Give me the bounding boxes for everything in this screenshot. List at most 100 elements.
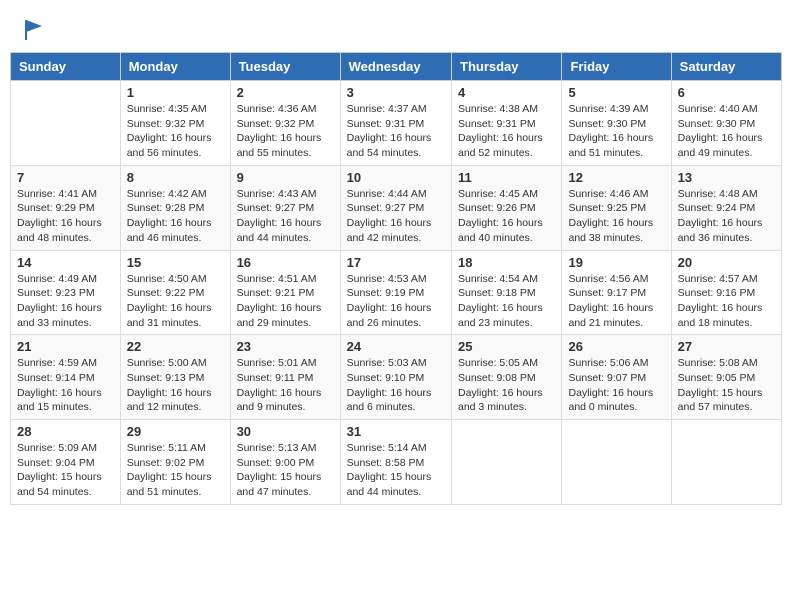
calendar-cell: 8 Sunrise: 4:42 AM Sunset: 9:28 PM Daylig… (120, 165, 230, 250)
calendar-cell: 5Sunrise: 4:39 AM Sunset: 9:30 PM Daylig… (562, 81, 671, 166)
day-info: Sunrise: 5:00 AM Sunset: 9:13 PM Dayligh… (127, 356, 224, 415)
day-number: 11 (458, 170, 555, 185)
day-info: Sunrise: 4:38 AM Sunset: 9:31 PM Dayligh… (458, 102, 555, 161)
day-number: 13 (678, 170, 775, 185)
day-info: Sunrise: 4:42 AM Sunset: 9:28 PM Dayligh… (127, 187, 224, 246)
column-header-wednesday: Wednesday (340, 53, 451, 81)
day-info: Sunrise: 4:53 AM Sunset: 9:19 PM Dayligh… (347, 272, 445, 331)
day-number: 7 (17, 170, 114, 185)
calendar-cell: 14 Sunrise: 4:49 AM Sunset: 9:23 PM Dayli… (11, 250, 121, 335)
calendar-week-row: 7 Sunrise: 4:41 AM Sunset: 9:29 PM Daylig… (11, 165, 782, 250)
day-number: 28 (17, 424, 114, 439)
day-number: 3 (347, 85, 445, 100)
calendar-week-row: 14 Sunrise: 4:49 AM Sunset: 9:23 PM Dayli… (11, 250, 782, 335)
calendar-cell: 6Sunrise: 4:40 AM Sunset: 9:30 PM Daylig… (671, 81, 781, 166)
calendar-cell: 10Sunrise: 4:44 AM Sunset: 9:27 PM Dayli… (340, 165, 451, 250)
calendar-cell: 28 Sunrise: 5:09 AM Sunset: 9:04 PM Dayli… (11, 420, 121, 505)
day-info: Sunrise: 4:48 AM Sunset: 9:24 PM Dayligh… (678, 187, 775, 246)
calendar-cell: 12 Sunrise: 4:46 AM Sunset: 9:25 PM Dayli… (562, 165, 671, 250)
day-info: Sunrise: 4:51 AM Sunset: 9:21 PM Dayligh… (237, 272, 334, 331)
calendar-table: SundayMondayTuesdayWednesdayThursdayFrid… (10, 52, 782, 505)
day-number: 19 (568, 255, 664, 270)
day-info: Sunrise: 4:57 AM Sunset: 9:16 PM Dayligh… (678, 272, 775, 331)
calendar-cell: 31Sunrise: 5:14 AM Sunset: 8:58 PM Dayli… (340, 420, 451, 505)
day-info: Sunrise: 5:03 AM Sunset: 9:10 PM Dayligh… (347, 356, 445, 415)
calendar-header-row: SundayMondayTuesdayWednesdayThursdayFrid… (11, 53, 782, 81)
day-number: 6 (678, 85, 775, 100)
calendar-cell (11, 81, 121, 166)
day-info: Sunrise: 4:36 AM Sunset: 9:32 PM Dayligh… (237, 102, 334, 161)
calendar-cell: 4 Sunrise: 4:38 AM Sunset: 9:31 PM Daylig… (452, 81, 562, 166)
day-number: 23 (237, 339, 334, 354)
calendar-cell: 2 Sunrise: 4:36 AM Sunset: 9:32 PM Daylig… (230, 81, 340, 166)
calendar-cell: 19 Sunrise: 4:56 AM Sunset: 9:17 PM Dayli… (562, 250, 671, 335)
day-info: Sunrise: 4:59 AM Sunset: 9:14 PM Dayligh… (17, 356, 114, 415)
day-info: Sunrise: 5:01 AM Sunset: 9:11 PM Dayligh… (237, 356, 334, 415)
day-number: 21 (17, 339, 114, 354)
day-number: 14 (17, 255, 114, 270)
day-info: Sunrise: 4:41 AM Sunset: 9:29 PM Dayligh… (17, 187, 114, 246)
day-number: 26 (568, 339, 664, 354)
calendar-cell: 30Sunrise: 5:13 AM Sunset: 9:00 PM Dayli… (230, 420, 340, 505)
day-number: 20 (678, 255, 775, 270)
calendar-week-row: 1 Sunrise: 4:35 AM Sunset: 9:32 PM Daylig… (11, 81, 782, 166)
calendar-cell (562, 420, 671, 505)
day-info: Sunrise: 5:06 AM Sunset: 9:07 PM Dayligh… (568, 356, 664, 415)
day-info: Sunrise: 4:46 AM Sunset: 9:25 PM Dayligh… (568, 187, 664, 246)
day-number: 12 (568, 170, 664, 185)
calendar-cell (671, 420, 781, 505)
calendar-cell: 16 Sunrise: 4:51 AM Sunset: 9:21 PM Dayli… (230, 250, 340, 335)
day-info: Sunrise: 4:35 AM Sunset: 9:32 PM Dayligh… (127, 102, 224, 161)
logo (22, 18, 44, 42)
calendar-cell: 17 Sunrise: 4:53 AM Sunset: 9:19 PM Dayli… (340, 250, 451, 335)
day-info: Sunrise: 5:14 AM Sunset: 8:58 PM Dayligh… (347, 441, 445, 500)
calendar-cell: 27Sunrise: 5:08 AM Sunset: 9:05 PM Dayli… (671, 335, 781, 420)
calendar-cell: 9 Sunrise: 4:43 AM Sunset: 9:27 PM Daylig… (230, 165, 340, 250)
day-number: 25 (458, 339, 555, 354)
day-info: Sunrise: 4:37 AM Sunset: 9:31 PM Dayligh… (347, 102, 445, 161)
column-header-thursday: Thursday (452, 53, 562, 81)
column-header-saturday: Saturday (671, 53, 781, 81)
day-info: Sunrise: 5:09 AM Sunset: 9:04 PM Dayligh… (17, 441, 114, 500)
day-number: 18 (458, 255, 555, 270)
day-number: 1 (127, 85, 224, 100)
calendar-cell: 25 Sunrise: 5:05 AM Sunset: 9:08 PM Dayli… (452, 335, 562, 420)
day-info: Sunrise: 5:08 AM Sunset: 9:05 PM Dayligh… (678, 356, 775, 415)
column-header-tuesday: Tuesday (230, 53, 340, 81)
day-info: Sunrise: 4:44 AM Sunset: 9:27 PM Dayligh… (347, 187, 445, 246)
day-number: 17 (347, 255, 445, 270)
day-number: 30 (237, 424, 334, 439)
calendar-cell: 11 Sunrise: 4:45 AM Sunset: 9:26 PM Dayli… (452, 165, 562, 250)
page-header (10, 10, 782, 46)
day-info: Sunrise: 4:39 AM Sunset: 9:30 PM Dayligh… (568, 102, 664, 161)
column-header-monday: Monday (120, 53, 230, 81)
calendar-cell: 20 Sunrise: 4:57 AM Sunset: 9:16 PM Dayli… (671, 250, 781, 335)
calendar-cell: 21 Sunrise: 4:59 AM Sunset: 9:14 PM Dayli… (11, 335, 121, 420)
day-info: Sunrise: 4:54 AM Sunset: 9:18 PM Dayligh… (458, 272, 555, 331)
calendar-cell: 7 Sunrise: 4:41 AM Sunset: 9:29 PM Daylig… (11, 165, 121, 250)
calendar-cell: 24 Sunrise: 5:03 AM Sunset: 9:10 PM Dayli… (340, 335, 451, 420)
calendar-week-row: 21 Sunrise: 4:59 AM Sunset: 9:14 PM Dayli… (11, 335, 782, 420)
day-number: 22 (127, 339, 224, 354)
day-number: 4 (458, 85, 555, 100)
day-number: 2 (237, 85, 334, 100)
day-info: Sunrise: 4:45 AM Sunset: 9:26 PM Dayligh… (458, 187, 555, 246)
column-header-sunday: Sunday (11, 53, 121, 81)
day-number: 24 (347, 339, 445, 354)
calendar-cell: 3 Sunrise: 4:37 AM Sunset: 9:31 PM Daylig… (340, 81, 451, 166)
day-number: 29 (127, 424, 224, 439)
calendar-cell: 26 Sunrise: 5:06 AM Sunset: 9:07 PM Dayli… (562, 335, 671, 420)
day-number: 9 (237, 170, 334, 185)
day-info: Sunrise: 4:49 AM Sunset: 9:23 PM Dayligh… (17, 272, 114, 331)
day-info: Sunrise: 5:05 AM Sunset: 9:08 PM Dayligh… (458, 356, 555, 415)
day-number: 8 (127, 170, 224, 185)
calendar-cell: 29 Sunrise: 5:11 AM Sunset: 9:02 PM Dayli… (120, 420, 230, 505)
logo-flag-icon (24, 18, 44, 42)
calendar-cell: 23 Sunrise: 5:01 AM Sunset: 9:11 PM Dayli… (230, 335, 340, 420)
day-info: Sunrise: 4:43 AM Sunset: 9:27 PM Dayligh… (237, 187, 334, 246)
day-number: 16 (237, 255, 334, 270)
day-info: Sunrise: 5:11 AM Sunset: 9:02 PM Dayligh… (127, 441, 224, 500)
calendar-cell: 15Sunrise: 4:50 AM Sunset: 9:22 PM Dayli… (120, 250, 230, 335)
day-number: 15 (127, 255, 224, 270)
day-info: Sunrise: 4:56 AM Sunset: 9:17 PM Dayligh… (568, 272, 664, 331)
